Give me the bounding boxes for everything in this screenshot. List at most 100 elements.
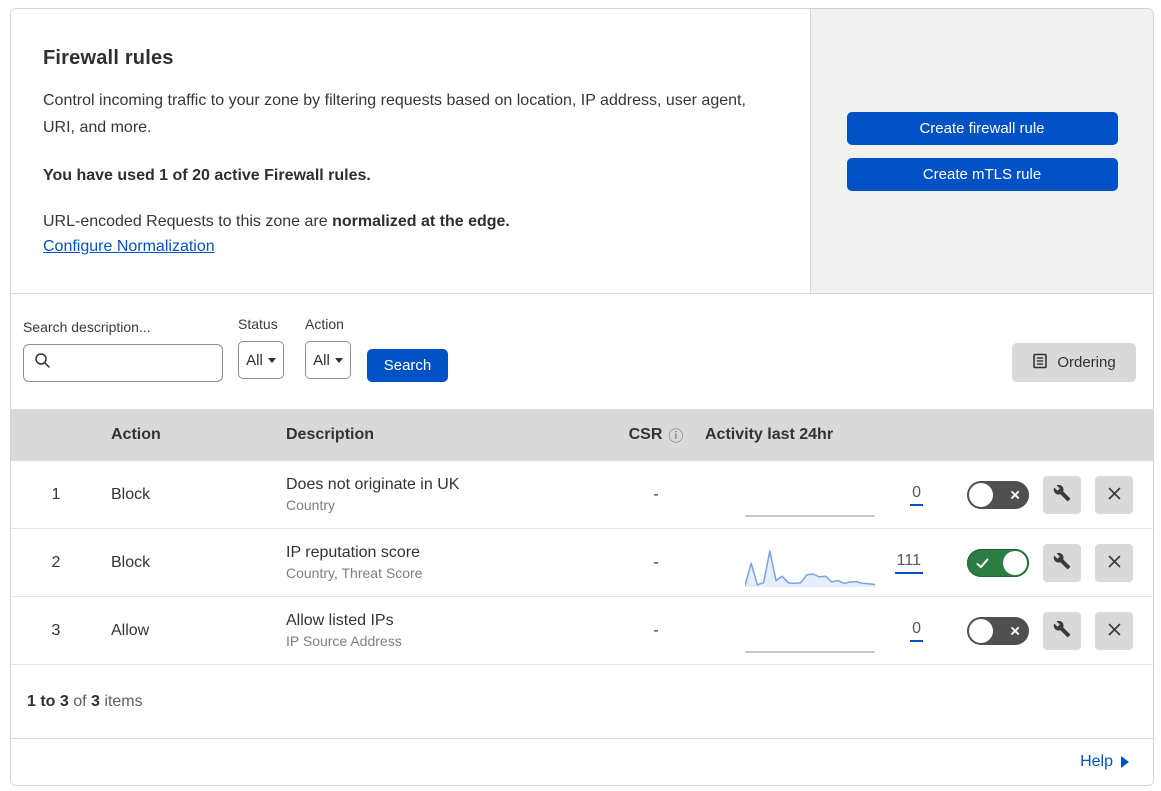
toggle-knob <box>969 618 993 643</box>
rule-enabled-toggle[interactable]: × <box>967 480 1029 509</box>
usage-summary: You have used 1 of 20 active Firewall ru… <box>43 167 371 184</box>
rule-fields: Country, Threat Score <box>286 565 423 581</box>
page-title: Firewall rules <box>43 47 174 69</box>
wrench-icon <box>1053 484 1071 505</box>
rule-action: Block <box>111 485 151 503</box>
toggle-x-icon: × <box>1010 621 1020 640</box>
rule-description-cell: Allow listed IPs IP Source Address <box>276 612 611 649</box>
rule-priority: 1 <box>51 485 61 503</box>
pagination-summary: 1 to 3 of 3 items <box>11 665 1153 739</box>
help-link[interactable]: Help <box>1080 753 1113 771</box>
edit-rule-button[interactable] <box>1043 543 1081 582</box>
chevron-down-icon <box>267 357 276 363</box>
rule-csr-value: - <box>653 485 659 503</box>
action-filter-select[interactable]: All <box>305 341 351 379</box>
items-text: items <box>104 692 143 710</box>
configure-normalization-link[interactable]: Configure Normalization <box>43 238 215 255</box>
rule-enabled-toggle[interactable]: × <box>967 548 1029 577</box>
close-icon <box>1107 554 1122 572</box>
normalization-note: URL-encoded Requests to this zone are no… <box>43 213 750 231</box>
rule-description: Allow listed IPs <box>286 612 394 629</box>
rule-description: IP reputation score <box>286 544 421 561</box>
activity-column-header: Activity last 24hr <box>705 426 834 443</box>
item-range: 1 to 3 <box>27 692 69 710</box>
action-column-header: Action <box>111 426 161 443</box>
csr-header-label: CSR <box>628 426 663 443</box>
ordering-button-label: Ordering <box>1057 354 1116 371</box>
rule-activity-cell: 111 <box>701 529 951 596</box>
normalization-bold: normalized at the edge. <box>332 213 510 230</box>
ordering-button[interactable]: Ordering <box>1012 343 1136 382</box>
filter-bar: Search description... Status All Action … <box>11 294 1153 409</box>
status-selected-value: All <box>246 351 263 369</box>
rule-fields: IP Source Address <box>286 633 402 649</box>
wrench-icon <box>1053 620 1071 641</box>
close-icon <box>1107 622 1122 640</box>
search-input[interactable] <box>23 344 223 382</box>
search-button[interactable]: Search <box>367 349 448 382</box>
activity-sparkline <box>745 480 875 522</box>
search-label: Search description... <box>23 319 151 335</box>
action-filter-group: Action All <box>305 316 351 379</box>
rule-controls: × <box>951 475 1153 514</box>
rule-activity-cell: 0 <box>701 597 951 664</box>
status-filter-select[interactable]: All <box>238 341 284 379</box>
info-icon[interactable]: ⓘ <box>668 425 683 446</box>
activity-sparkline <box>745 548 875 590</box>
chevron-down-icon <box>334 357 343 363</box>
firewall-rules-card: Firewall rules Control incoming traffic … <box>10 8 1154 786</box>
toggle-knob <box>969 482 993 507</box>
close-icon <box>1107 486 1122 504</box>
actions-panel: Create firewall rule Create mTLS rule <box>811 9 1153 293</box>
rule-priority: 2 <box>51 553 61 571</box>
activity-sparkline <box>745 616 875 658</box>
action-selected-value: All <box>313 351 330 369</box>
activity-count-link[interactable]: 0 <box>910 620 923 642</box>
delete-rule-button[interactable] <box>1095 611 1133 650</box>
rule-description-cell: IP reputation score Country, Threat Scor… <box>276 544 611 581</box>
rule-activity-cell: 0 <box>701 461 951 528</box>
search-group: Search description... <box>23 319 223 382</box>
of-text: of <box>73 692 87 710</box>
rule-description-cell: Does not originate in UK Country <box>276 476 611 513</box>
header-text-panel: Firewall rules Control incoming traffic … <box>11 9 811 293</box>
activity-count-link[interactable]: 111 <box>894 552 923 574</box>
rule-description: Does not originate in UK <box>286 476 460 493</box>
rule-action: Block <box>111 553 151 571</box>
rule-csr-value: - <box>653 621 659 639</box>
edit-rule-button[interactable] <box>1043 611 1081 650</box>
action-label: Action <box>305 316 344 332</box>
csr-column-header: CSR ⓘ <box>611 425 701 446</box>
list-document-icon <box>1032 353 1048 373</box>
right-triangle-icon <box>1121 755 1129 768</box>
rule-action: Allow <box>111 621 150 639</box>
item-total: 3 <box>91 692 100 710</box>
rule-enabled-toggle[interactable]: × <box>967 616 1029 645</box>
delete-rule-button[interactable] <box>1095 543 1133 582</box>
table-header-row: Action Description CSR ⓘ Activity last 2… <box>11 409 1153 461</box>
create-mtls-rule-button[interactable]: Create mTLS rule <box>846 158 1118 191</box>
page-description: Control incoming traffic to your zone by… <box>43 92 746 136</box>
normalization-text: URL-encoded Requests to this zone are <box>43 213 328 230</box>
status-filter-group: Status All <box>238 316 284 379</box>
activity-count-link[interactable]: 0 <box>910 484 923 506</box>
table-row: 2 Block IP reputation score Country, Thr… <box>11 529 1153 597</box>
table-row: 3 Allow Allow listed IPs IP Source Addre… <box>11 597 1153 665</box>
rule-controls: × <box>951 611 1153 650</box>
rule-csr-value: - <box>653 553 659 571</box>
rule-fields: Country <box>286 497 336 513</box>
rule-priority: 3 <box>51 621 61 639</box>
rule-controls: × <box>951 543 1153 582</box>
delete-rule-button[interactable] <box>1095 475 1133 514</box>
edit-rule-button[interactable] <box>1043 475 1081 514</box>
header-section: Firewall rules Control incoming traffic … <box>11 9 1153 294</box>
search-icon <box>34 352 51 374</box>
status-label: Status <box>238 316 278 332</box>
description-column-header: Description <box>286 426 375 443</box>
toggle-x-icon: × <box>1010 485 1020 504</box>
toggle-knob <box>1003 550 1027 575</box>
wrench-icon <box>1053 552 1071 573</box>
table-row: 1 Block Does not originate in UK Country… <box>11 461 1153 529</box>
create-firewall-rule-button[interactable]: Create firewall rule <box>846 112 1118 145</box>
help-bar: Help <box>11 739 1153 784</box>
